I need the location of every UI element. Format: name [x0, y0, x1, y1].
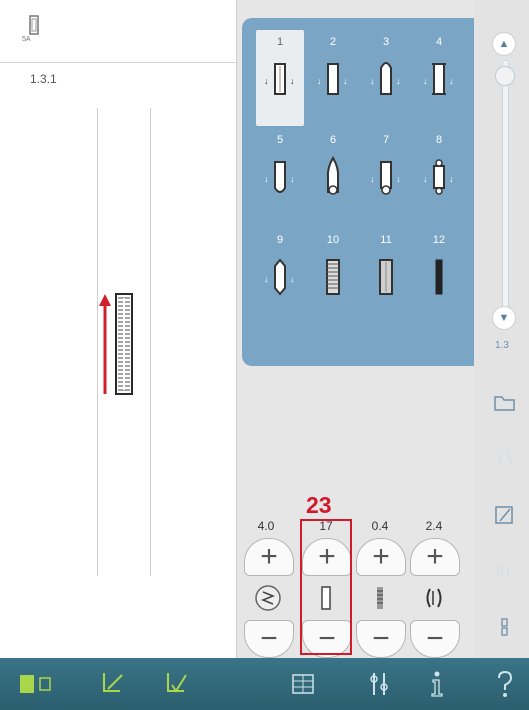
- svg-text:↓: ↓: [264, 274, 269, 284]
- cutting-space-value: 2.4: [425, 519, 443, 533]
- stitch-button-11[interactable]: 11: [362, 228, 410, 324]
- stitch-density-icon: [360, 576, 400, 620]
- buttonhole-foot-icon[interactable]: 5A: [22, 14, 44, 42]
- buttonhole-stitch-icon: [379, 259, 393, 295]
- stitch-number: 5: [276, 134, 284, 146]
- stitch-button-1[interactable]: 1 ↓ ↓: [256, 30, 304, 126]
- buttonhole-stitch-icon: ↓ ↓: [423, 159, 454, 195]
- bottom-toolbar: [0, 658, 529, 710]
- stitch-button-3[interactable]: 3 ↓ ↓: [362, 30, 410, 126]
- right-rail: ▲ ▼ 1.3: [474, 0, 529, 658]
- stitch-grid: 1 ↓ ↓ 2 ↓ ↓ 3 ↓ ↓ 4 ↓ ↓ 5 ↓ ↓ 6 7 ↓ ↓ 8 …: [242, 18, 474, 366]
- svg-text:↓: ↓: [449, 174, 454, 184]
- buttonhole-stitch-icon: ↓ ↓: [264, 258, 295, 296]
- svg-text:↓: ↓: [396, 174, 401, 184]
- down-arrow-icon[interactable]: ▼: [492, 306, 516, 330]
- stitch-number: 10: [326, 234, 340, 246]
- svg-text:↓: ↓: [449, 76, 454, 86]
- svg-text:↓: ↓: [317, 76, 322, 86]
- stitch-menu-icon[interactable]: [96, 668, 130, 700]
- density-control: + −: [356, 538, 406, 662]
- scroll-menu-label: 1.3: [495, 340, 509, 351]
- sewing-mode-icon[interactable]: [14, 668, 60, 700]
- svg-text:↓: ↓: [290, 76, 295, 86]
- svg-text:↓: ↓: [290, 274, 295, 284]
- stitch-button-2[interactable]: 2 ↓ ↓: [309, 30, 357, 126]
- scrollbar-thumb[interactable]: [495, 66, 515, 86]
- cutting-space-minus-button[interactable]: −: [410, 620, 460, 658]
- stitch-button-8[interactable]: 8 ↓ ↓: [415, 128, 463, 224]
- svg-text:↓: ↓: [264, 76, 269, 86]
- buttonhole-stitch-icon: ↓ ↓: [264, 161, 295, 193]
- stitch-button-12[interactable]: 12: [415, 228, 463, 324]
- cutting-space-icon: [414, 576, 454, 620]
- svg-text:↓: ↓: [423, 174, 428, 184]
- svg-text:↓: ↓: [423, 76, 428, 86]
- density-minus-button[interactable]: −: [356, 620, 406, 658]
- svg-text:↓: ↓: [290, 174, 295, 184]
- density-plus-button[interactable]: +: [356, 538, 406, 576]
- preview-header: 5A: [0, 0, 236, 63]
- stitch-button-4[interactable]: 4 ↓ ↓: [415, 30, 463, 126]
- folder-open-icon[interactable]: [492, 392, 518, 414]
- stitch-button-10[interactable]: 10: [309, 228, 357, 324]
- stitch-button-9[interactable]: 9 ↓ ↓: [256, 228, 304, 324]
- guide-line-right: [150, 108, 151, 576]
- buttonhole-stitch-icon: [326, 259, 340, 295]
- svg-text:↓: ↓: [370, 174, 375, 184]
- svg-text:5A: 5A: [22, 36, 31, 42]
- stitch-number: 6: [329, 134, 337, 146]
- stitch-number: 12: [432, 234, 446, 246]
- cutting-space-control: + −: [410, 538, 460, 662]
- stitch-id-label: 1.3.1: [30, 72, 57, 86]
- buttonhole-stitch-icon: ↓ ↓: [423, 63, 454, 95]
- sequence-icon[interactable]: [492, 616, 518, 638]
- svg-text:↓: ↓: [264, 174, 269, 184]
- svg-text:↓: ↓: [343, 76, 348, 86]
- font-menu-icon[interactable]: [160, 668, 194, 700]
- edit-pencil-icon[interactable]: [492, 504, 518, 526]
- buttonhole-stitch-icon: ↓ ↓: [370, 62, 401, 95]
- annotation-label: 23: [306, 492, 332, 518]
- annotation-highlight-box: [300, 519, 352, 655]
- stitch-number: 11: [380, 234, 392, 246]
- stitch-number: 1: [276, 36, 284, 48]
- settings-tools-icon[interactable]: [362, 668, 396, 700]
- stitch-number: 4: [435, 36, 443, 48]
- stitch-preview-pane: 5A 1.3.1: [0, 0, 237, 658]
- mirror-icon: [497, 451, 513, 467]
- cutting-space-plus-button[interactable]: +: [410, 538, 460, 576]
- quick-help-menu-icon[interactable]: [286, 668, 320, 700]
- stitch-number: 2: [329, 36, 337, 48]
- buttonhole-stitch-icon: [326, 156, 340, 195]
- width-plus-button[interactable]: +: [244, 538, 294, 576]
- stitch-number: 7: [382, 134, 390, 146]
- density-value: 0.4: [371, 519, 389, 533]
- buttonhole-stitch-icon: ↓ ↓: [370, 161, 401, 195]
- stitch-number: 8: [435, 134, 443, 146]
- help-icon[interactable]: [490, 668, 520, 700]
- svg-text:↓: ↓: [396, 76, 401, 86]
- buttonhole-stitch-icon: ↓ ↓: [317, 63, 348, 95]
- stitch-width-icon: [248, 576, 288, 620]
- up-arrow-icon[interactable]: ▲: [492, 32, 516, 56]
- info-icon[interactable]: [422, 668, 452, 700]
- stitch-scrollbar[interactable]: [502, 60, 509, 308]
- buttonhole-stitch-icon: ↓ ↓: [264, 63, 295, 95]
- width-value: 4.0: [257, 519, 275, 533]
- buttonhole-preview: [99, 293, 133, 395]
- stitch-button-7[interactable]: 7 ↓ ↓: [362, 128, 410, 224]
- svg-text:↓: ↓: [370, 76, 375, 86]
- stitch-button-5[interactable]: 5 ↓ ↓: [256, 128, 304, 224]
- stitch-width-control: + −: [244, 538, 294, 662]
- stitch-number: 9: [276, 234, 284, 246]
- stitch-number: 3: [382, 36, 390, 48]
- width-minus-button[interactable]: −: [244, 620, 294, 658]
- stitch-button-6[interactable]: 6: [309, 128, 357, 224]
- alternatives-icon: [497, 566, 509, 576]
- buttonhole-stitch-icon: [435, 259, 443, 295]
